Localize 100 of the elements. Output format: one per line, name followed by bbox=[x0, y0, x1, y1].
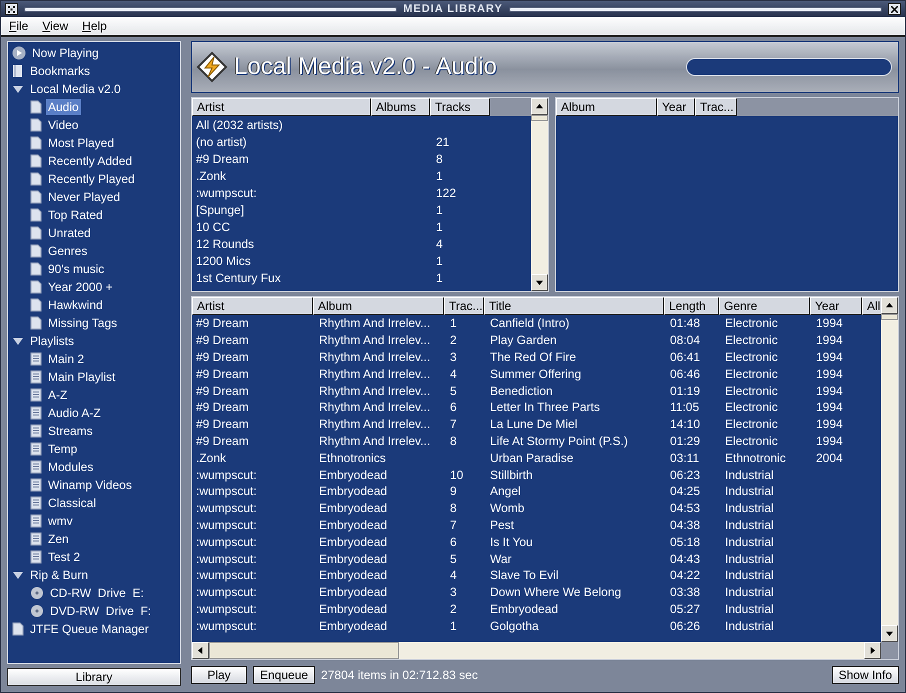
column-header[interactable]: All bbox=[862, 297, 881, 315]
track-cell: 7 bbox=[450, 518, 457, 532]
status-text: 27804 items in 02:712.83 sec bbox=[321, 668, 479, 682]
sidebar-item[interactable]: Zen bbox=[46, 531, 71, 547]
sidebar-item[interactable]: Local Media v2.0 bbox=[28, 81, 123, 97]
artist-cell-text: 10 CC bbox=[195, 220, 232, 234]
length-cell: 06:46 bbox=[670, 366, 700, 381]
scrollbar-corner bbox=[881, 642, 898, 659]
column-header[interactable]: Length bbox=[664, 297, 719, 315]
sidebar-item[interactable]: Hawkwind bbox=[46, 297, 105, 313]
scroll-thumb[interactable] bbox=[881, 314, 898, 320]
genre-cell: Electronic bbox=[725, 316, 778, 330]
show-info-button[interactable]: Show Info bbox=[832, 666, 899, 684]
scroll-thumb[interactable] bbox=[531, 115, 548, 121]
close-button[interactable] bbox=[888, 3, 902, 15]
page-icon bbox=[30, 298, 42, 312]
genre-cell: Industrial bbox=[725, 618, 774, 633]
vertical-scrollbar[interactable] bbox=[881, 297, 898, 642]
title-cell: Golgotha bbox=[490, 618, 539, 633]
artist-cell: :wumpscut: bbox=[196, 484, 257, 498]
year-cell: 1994 bbox=[816, 316, 843, 330]
sidebar-item[interactable]: DVD-RW Drive F: bbox=[48, 603, 154, 619]
artist-cell: :wumpscut: bbox=[196, 534, 257, 549]
scroll-up-button[interactable] bbox=[881, 297, 898, 314]
year-cell: 1994 bbox=[816, 350, 843, 364]
artist-cell: #9 Dream bbox=[196, 333, 249, 348]
sidebar-item[interactable]: Temp bbox=[46, 441, 80, 457]
column-header[interactable]: Artist bbox=[192, 98, 371, 116]
sidebar-item[interactable]: Video bbox=[46, 117, 80, 133]
library-button[interactable]: Library bbox=[7, 668, 181, 686]
column-header[interactable]: Artist bbox=[192, 297, 313, 315]
sidebar-item[interactable]: Never Played bbox=[46, 189, 122, 205]
sidebar-item[interactable]: CD-RW Drive E: bbox=[48, 585, 146, 601]
column-header[interactable]: Year bbox=[657, 98, 695, 116]
column-header[interactable]: Albums bbox=[371, 98, 430, 116]
page-icon bbox=[30, 190, 42, 204]
column-header[interactable]: Trac... bbox=[695, 98, 737, 116]
sidebar-item[interactable]: Unrated bbox=[46, 225, 93, 241]
sidebar-item[interactable]: Audio bbox=[46, 99, 81, 115]
play-button[interactable]: Play bbox=[191, 666, 247, 684]
sidebar-item[interactable]: Playlists bbox=[28, 333, 76, 349]
enqueue-button[interactable]: Enqueue bbox=[253, 666, 316, 684]
system-menu-button[interactable] bbox=[5, 3, 18, 15]
expanded-icon[interactable] bbox=[12, 335, 24, 347]
sidebar-item[interactable]: Missing Tags bbox=[46, 315, 120, 331]
scroll-left-button[interactable] bbox=[192, 642, 209, 659]
sidebar-item[interactable]: A-Z bbox=[46, 387, 70, 403]
sidebar-item[interactable]: Audio A-Z bbox=[46, 405, 103, 421]
track-cell: 1 bbox=[450, 618, 457, 633]
length-cell: 08:04 bbox=[670, 333, 700, 348]
page-icon bbox=[30, 118, 42, 132]
sidebar-item[interactable]: Classical bbox=[46, 495, 98, 511]
vertical-scrollbar[interactable] bbox=[531, 98, 548, 291]
sidebar-item[interactable]: 90's music bbox=[46, 261, 106, 277]
menu-item[interactable]: File bbox=[9, 19, 28, 33]
album-cell: Rhythm And Irrelev... bbox=[319, 417, 430, 432]
sidebar-item[interactable]: Now Playing bbox=[30, 45, 101, 61]
column-header[interactable]: Tracks bbox=[430, 98, 490, 116]
column-header[interactable]: Album bbox=[556, 98, 657, 116]
genre-cell: Industrial bbox=[725, 501, 774, 516]
expanded-icon[interactable] bbox=[12, 83, 24, 95]
menu-item[interactable]: View bbox=[42, 19, 68, 33]
sidebar-item[interactable]: Genres bbox=[46, 243, 90, 259]
column-header[interactable]: Title bbox=[484, 297, 664, 315]
album-cell: Rhythm And Irrelev... bbox=[319, 350, 430, 364]
sidebar-item[interactable]: JTFE Queue Manager bbox=[28, 621, 151, 637]
sidebar-item[interactable]: Modules bbox=[46, 459, 96, 475]
scroll-thumb[interactable] bbox=[209, 642, 399, 659]
sidebar-item[interactable]: wmv bbox=[46, 513, 75, 529]
sidebar-item[interactable]: Main 2 bbox=[46, 351, 86, 367]
genre-cell: Industrial bbox=[725, 518, 774, 532]
track-cell: 5 bbox=[450, 552, 457, 566]
title-cell: Benediction bbox=[490, 384, 553, 398]
sidebar-item[interactable]: Recently Added bbox=[46, 153, 134, 169]
tracks-cell: 21 bbox=[436, 134, 450, 148]
column-header[interactable]: Album bbox=[313, 297, 444, 315]
column-header[interactable]: Genre bbox=[719, 297, 810, 315]
sidebar-item[interactable]: Streams bbox=[46, 423, 95, 439]
title-cell: War bbox=[490, 552, 512, 566]
sidebar-item[interactable]: Test 2 bbox=[46, 549, 82, 565]
artist-cell: #9 Dream bbox=[196, 384, 249, 398]
column-header[interactable]: Trac... bbox=[444, 297, 484, 315]
column-header[interactable]: Year bbox=[810, 297, 862, 315]
sidebar-item[interactable]: Winamp Videos bbox=[46, 477, 134, 493]
scroll-down-button[interactable] bbox=[531, 274, 548, 291]
sidebar-item[interactable]: Most Played bbox=[46, 135, 116, 151]
horizontal-scrollbar[interactable] bbox=[192, 642, 898, 659]
expanded-icon[interactable] bbox=[12, 569, 24, 581]
window-title: MEDIA LIBRARY bbox=[403, 3, 503, 15]
sidebar-item[interactable]: Year 2000 + bbox=[46, 279, 115, 295]
scroll-down-button[interactable] bbox=[881, 625, 898, 642]
sidebar-item[interactable]: Recently Played bbox=[46, 171, 137, 187]
menu-item[interactable]: Help bbox=[82, 19, 107, 33]
sidebar-item[interactable]: Main Playlist bbox=[46, 369, 118, 385]
sidebar-item[interactable]: Rip & Burn bbox=[28, 567, 90, 583]
sidebar-item[interactable]: Bookmarks bbox=[28, 63, 92, 79]
scroll-up-button[interactable] bbox=[531, 98, 548, 115]
sidebar-item[interactable]: Top Rated bbox=[46, 207, 105, 223]
page-icon bbox=[30, 280, 42, 294]
scroll-right-button[interactable] bbox=[864, 642, 881, 659]
